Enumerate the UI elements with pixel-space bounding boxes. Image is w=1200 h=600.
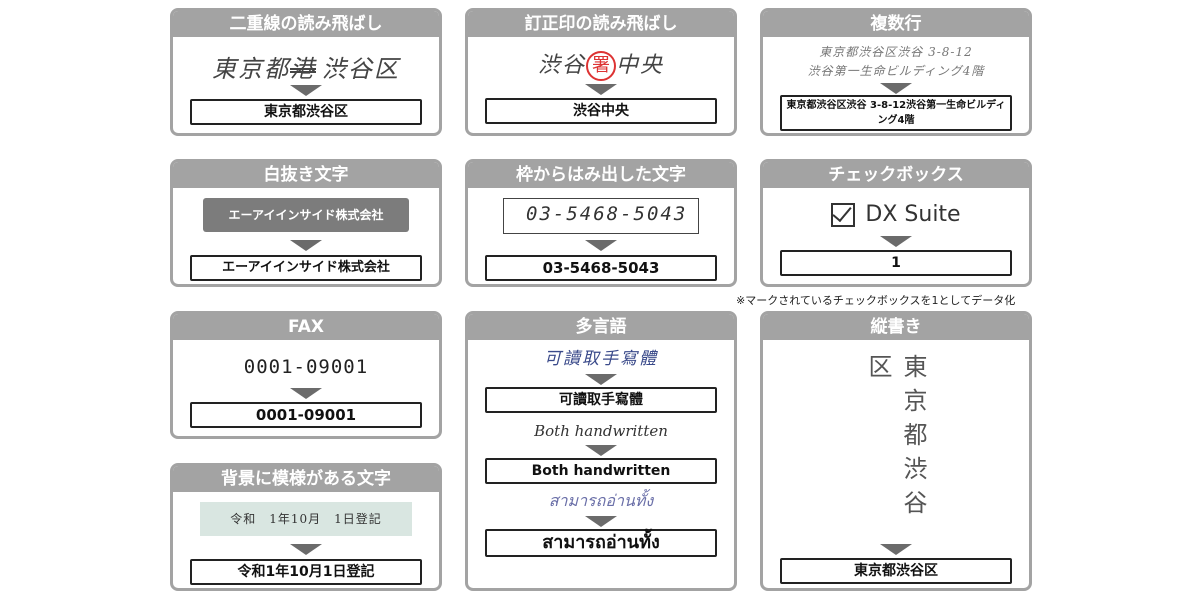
down-arrow-icon <box>880 544 912 555</box>
handwritten-input: 東京都港 渋谷区 <box>173 49 439 83</box>
card-patterned-background: 背景に模様がある文字 令和 1年10月 1日登記 令和1年10月1日登記 <box>170 463 442 591</box>
vertical-handwritten-input: 東京都渋谷区 <box>864 354 927 524</box>
card-title: 複数行 <box>763 11 1029 37</box>
fax-input: 0001-09001 <box>243 356 369 378</box>
down-arrow-icon <box>585 374 617 385</box>
down-arrow-icon <box>290 544 322 555</box>
down-arrow-icon <box>290 388 322 399</box>
card-title: 縦書き <box>763 314 1029 340</box>
down-arrow-icon <box>585 445 617 456</box>
handwritten-input: 渋谷署中央 <box>468 47 734 81</box>
card-multiline: 複数行 東京都渋谷区渋谷 3-8-12 渋谷第一生命ビルディング4階 東京都渋谷… <box>760 8 1032 136</box>
output-result: 1 <box>780 250 1012 276</box>
checkbox-footnote: ※マークされているチェックボックスを1としてデータ化 <box>736 294 1016 307</box>
output-result: 東京都渋谷区 <box>780 558 1012 584</box>
output-result-thai: สามารถอ่านทั้ง <box>485 529 717 557</box>
checked-checkbox-icon <box>831 203 856 227</box>
checkbox-label: DX Suite <box>865 202 961 227</box>
output-result: 渋谷中央 <box>485 98 717 124</box>
card-checkbox: チェックボックス DX Suite 1 <box>760 159 1032 287</box>
down-arrow-icon <box>585 516 617 527</box>
input-text-after: 渋谷区 <box>322 55 400 83</box>
output-result-chinese: 可讀取手寫體 <box>485 387 717 413</box>
card-title: 訂正印の読み飛ばし <box>468 11 734 37</box>
input-frame: 03-5468-5043 <box>503 198 699 234</box>
handwritten-input: 03-5468-5043 <box>526 203 688 225</box>
card-multilingual: 多言語 可讀取手寫體 可讀取手寫體 Both handwritten Both … <box>465 311 737 591</box>
card-double-line: 二重線の読み飛ばし 東京都港 渋谷区 東京都渋谷区 <box>170 8 442 136</box>
card-reverse-text: 白抜き文字 エーアイインサイド株式会社 エーアイインサイド株式会社 <box>170 159 442 287</box>
input-text-before: 東京都 <box>212 55 290 83</box>
down-arrow-icon <box>880 83 912 94</box>
down-arrow-icon <box>290 240 322 251</box>
handwritten-input-english: Both handwritten <box>534 422 668 440</box>
input-text-before: 渋谷 <box>537 53 586 78</box>
correction-stamp-icon: 署 <box>586 51 616 81</box>
down-arrow-icon <box>290 85 322 96</box>
output-result: 03-5468-5043 <box>485 255 717 281</box>
checkbox-input: DX Suite <box>763 200 1029 232</box>
reverse-text-input: エーアイインサイド株式会社 <box>203 198 409 232</box>
card-title: チェックボックス <box>763 162 1029 188</box>
card-title: 二重線の読み飛ばし <box>173 11 439 37</box>
handwritten-input-line-2: 渋谷第一生命ビルディング4階 <box>807 64 985 78</box>
output-result: エーアイインサイド株式会社 <box>190 255 422 281</box>
card-title: 白抜き文字 <box>173 162 439 188</box>
card-title: 背景に模様がある文字 <box>173 466 439 492</box>
output-result: 東京都渋谷区渋谷 3-8-12渋谷第一生命ビルディング4階 <box>780 95 1012 131</box>
card-vertical-writing: 縦書き 東京都渋谷区 東京都渋谷区 <box>760 311 1032 591</box>
output-result: 0001-09001 <box>190 402 422 428</box>
down-arrow-icon <box>585 84 617 95</box>
output-result-english: Both handwritten <box>485 458 717 484</box>
down-arrow-icon <box>880 236 912 247</box>
card-correction-stamp: 訂正印の読み飛ばし 渋谷署中央 渋谷中央 <box>465 8 737 136</box>
handwritten-input-line-1: 東京都渋谷区渋谷 3-8-12 <box>819 45 973 59</box>
handwritten-input-chinese: 可讀取手寫體 <box>544 349 658 369</box>
handwritten-input-thai: สามารถอ่านทั้ง <box>548 491 654 510</box>
card-fax: FAX 0001-09001 0001-09001 <box>170 311 442 439</box>
down-arrow-icon <box>585 240 617 251</box>
struck-through-char: 港 <box>290 55 316 83</box>
card-overflow-text: 枠からはみ出した文字 03-5468-5043 03-5468-5043 <box>465 159 737 287</box>
output-result: 東京都渋谷区 <box>190 99 422 125</box>
card-title: FAX <box>173 314 439 340</box>
patterned-input: 令和 1年10月 1日登記 <box>200 502 412 536</box>
input-text-after: 中央 <box>616 53 665 78</box>
card-title: 枠からはみ出した文字 <box>468 162 734 188</box>
output-result: 令和1年10月1日登記 <box>190 559 422 585</box>
card-title: 多言語 <box>468 314 734 340</box>
